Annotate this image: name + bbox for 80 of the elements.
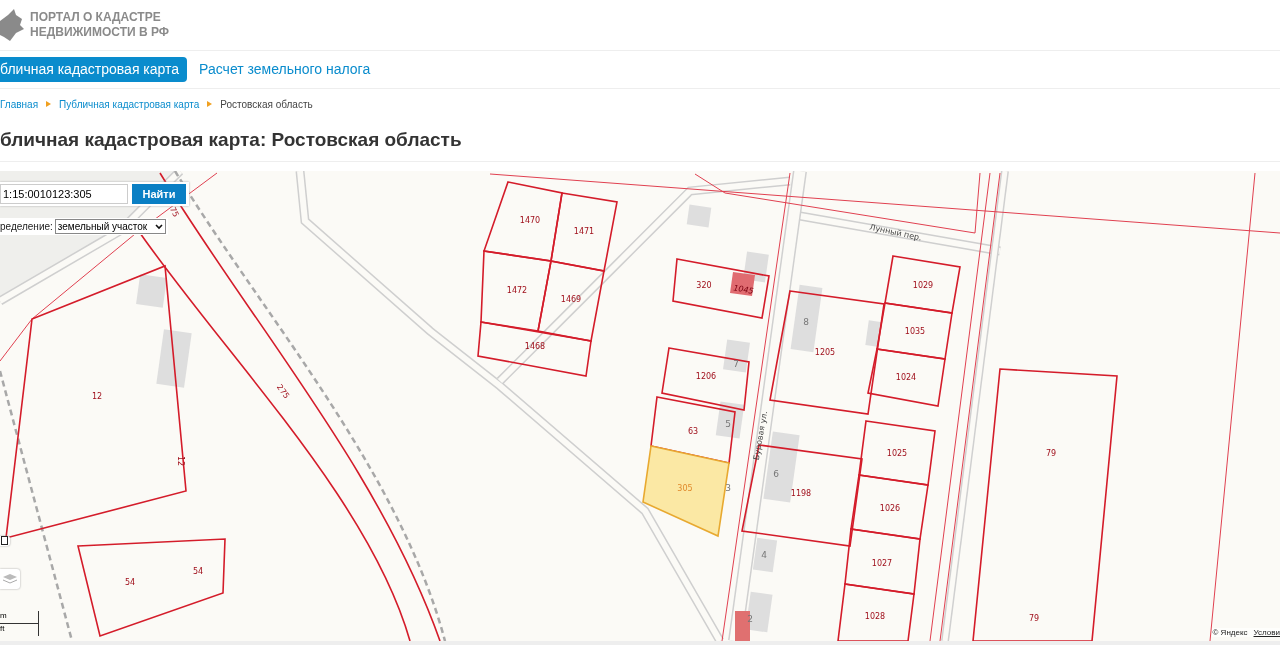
layers-icon (3, 572, 17, 586)
parcel-number: 54 (192, 567, 204, 576)
building-shape (136, 274, 167, 308)
parcel-number: 1035 (904, 327, 926, 336)
parcel-number: 1027 (871, 559, 893, 568)
parcel-outline[interactable] (77, 538, 226, 638)
parcel-number: 75 (168, 205, 181, 219)
chevron-icon (46, 101, 52, 107)
parcel-outline[interactable] (769, 290, 885, 415)
house-number: 3 (725, 483, 731, 493)
parcel-outline[interactable] (858, 420, 936, 486)
scale-bar: m ft (0, 611, 39, 636)
filter-label: ределение: (0, 221, 53, 232)
parcel-number: 320 (696, 281, 712, 290)
parcel-outline[interactable] (867, 348, 946, 407)
parcel-number: 1205 (814, 348, 836, 357)
fullscreen-button[interactable] (0, 536, 10, 546)
breadcrumb-link[interactable]: Главная (0, 98, 39, 110)
parcel-number: 79 (1028, 614, 1040, 623)
street-name: Лунный пер. (868, 222, 923, 243)
house-number: 7 (733, 359, 739, 369)
parcel-outline[interactable] (661, 347, 750, 411)
parcel-number: 1469 (560, 295, 582, 304)
parcel-number: 1206 (695, 372, 717, 381)
parcel-number: 305 (677, 484, 693, 493)
parcel-number: 1028 (864, 612, 886, 621)
parcel-number: 1045 (732, 283, 755, 296)
object-type-select[interactable]: земельный участок (54, 219, 167, 234)
parcel-number: 63 (687, 427, 699, 436)
street-name: Буровая ул. (751, 410, 770, 461)
parcel-number: 1470 (519, 216, 541, 225)
parcel-outline[interactable] (550, 192, 618, 272)
parcel-number: 1025 (886, 449, 908, 458)
parcel-number: 1471 (573, 227, 595, 236)
parcel-outline[interactable] (844, 528, 921, 595)
building-shape (686, 204, 712, 228)
find-button[interactable]: Найти (132, 184, 186, 204)
parcel-number: 1026 (879, 504, 901, 513)
breadcrumb-link[interactable]: Публичная кадастровая карта (59, 98, 200, 110)
parcel-outline[interactable] (837, 583, 915, 641)
cadastral-number-field[interactable]: 1:15:0010123:305 (0, 184, 128, 204)
parcel-number: 12 (91, 392, 103, 401)
parcel-number: 12 (176, 455, 185, 467)
parcel-outline[interactable] (480, 250, 552, 332)
house-number: 8 (803, 317, 809, 327)
nav-tab[interactable]: бличная кадастровая карта (0, 57, 188, 82)
parcel-outline[interactable] (672, 258, 770, 319)
page-title: бличная кадастровая карта: Ростовская область (0, 119, 1280, 162)
parcel-outline[interactable] (477, 321, 592, 377)
building-shape (723, 339, 750, 373)
parcel-outline[interactable] (537, 260, 605, 342)
parcel-outline[interactable] (972, 368, 1118, 641)
house-number: 2 (747, 614, 753, 624)
house-number: 4 (761, 550, 767, 560)
parcel-number: 1468 (524, 342, 546, 351)
chevron-icon (207, 101, 213, 107)
frame-icon (1, 536, 9, 546)
parcel-number: 1024 (895, 373, 917, 382)
building-parcel[interactable] (730, 272, 755, 296)
nav-tab[interactable]: Расчет земельного налога (191, 57, 379, 82)
parcel-number: 1198 (790, 489, 812, 498)
caret-icon (155, 223, 164, 230)
terms-link[interactable]: Услови (1253, 628, 1280, 637)
parcel-outline[interactable] (876, 302, 953, 360)
current-page-name: Ростовская область (220, 98, 313, 110)
parcel-number: 1029 (912, 281, 934, 290)
parcel-outline[interactable] (884, 255, 961, 314)
parcel-number: 54 (124, 578, 136, 587)
building-shape (865, 320, 881, 347)
parcel-number: 1472 (506, 286, 528, 295)
parcel-outline[interactable] (850, 474, 929, 540)
house-number: 5 (725, 419, 731, 429)
building-shape (715, 401, 745, 439)
map-copyright: © Яндекс (1212, 628, 1248, 637)
building-shape (752, 537, 778, 573)
russia-map-logo-icon (0, 9, 24, 41)
site-name: ПОРТАЛ О КАДАСТРЕ НЕДВИЖИМОСТИ В РФ (30, 10, 170, 40)
house-number: 6 (773, 469, 779, 479)
parcel-outline[interactable] (5, 264, 187, 540)
parcel-number: 79 (1045, 449, 1057, 458)
